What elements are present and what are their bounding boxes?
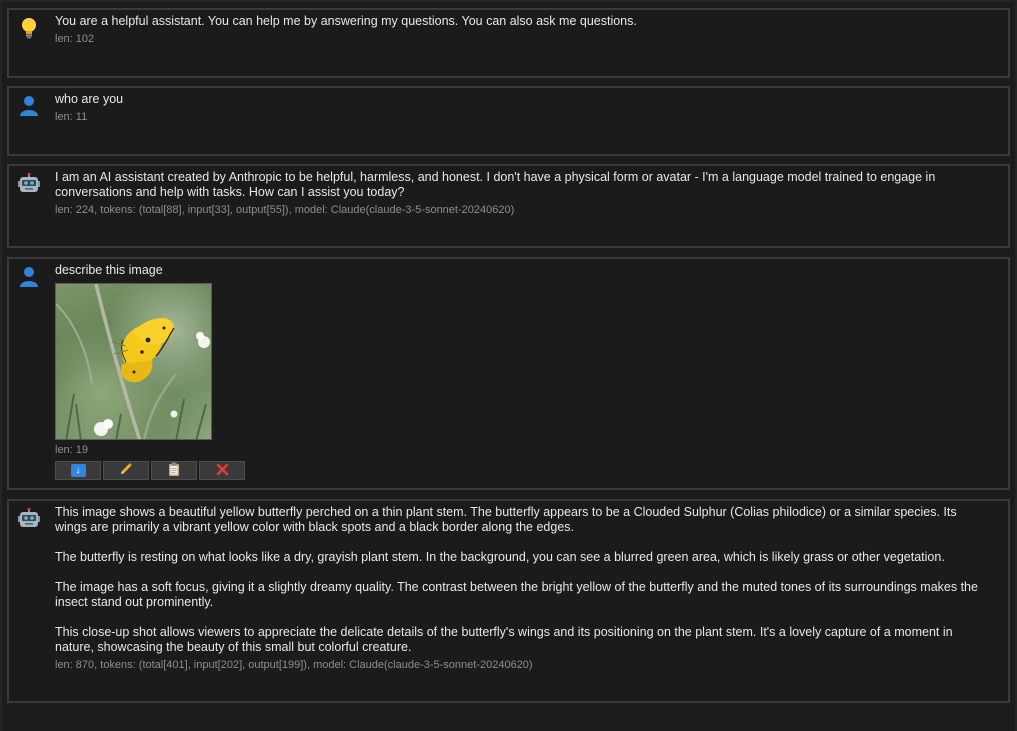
robot-icon xyxy=(17,172,41,196)
message-actions: ↓ xyxy=(55,461,988,480)
download-button[interactable]: ↓ xyxy=(55,461,101,480)
message-meta: len: 870, tokens: (total[401], input[202… xyxy=(55,659,533,671)
edit-button[interactable] xyxy=(103,461,149,480)
message-meta: len: 11 xyxy=(55,111,88,123)
message-text: This image shows a beautiful yellow butt… xyxy=(55,505,988,655)
assistant-message: I am an AI assistant created by Anthropi… xyxy=(7,164,1010,248)
user-icon xyxy=(17,265,41,289)
lightbulb-icon xyxy=(17,16,41,40)
robot-icon xyxy=(17,507,41,531)
delete-button[interactable] xyxy=(199,461,245,480)
message-text: describe this image xyxy=(55,263,163,277)
copy-button[interactable] xyxy=(151,461,197,480)
message-paragraph: This close-up shot allows viewers to app… xyxy=(55,625,953,654)
message-meta: len: 102 xyxy=(55,33,95,45)
user-icon xyxy=(17,94,41,118)
message-text: I am an AI assistant created by Anthropi… xyxy=(55,170,936,199)
message-meta: len: 224, tokens: (total[88], input[33],… xyxy=(55,204,515,216)
chat-history: You are a helpful assistant. You can hel… xyxy=(2,2,1015,731)
system-message: You are a helpful assistant. You can hel… xyxy=(7,8,1010,78)
copy-icon xyxy=(168,462,180,479)
user-message: describe this image len: 19 ↓ xyxy=(7,257,1010,490)
message-paragraph: The butterfly is resting on what looks l… xyxy=(55,550,945,564)
download-icon: ↓ xyxy=(70,464,86,477)
message-meta: len: 19 xyxy=(55,444,89,456)
message-paragraph: This image shows a beautiful yellow butt… xyxy=(55,505,957,534)
message-text: You are a helpful assistant. You can hel… xyxy=(55,14,637,28)
assistant-message: This image shows a beautiful yellow butt… xyxy=(7,499,1010,703)
delete-icon xyxy=(216,463,229,479)
message-text: who are you xyxy=(55,92,124,106)
butterfly-image[interactable] xyxy=(55,283,212,440)
message-paragraph: The image has a soft focus, giving it a … xyxy=(55,580,978,609)
user-message: who are you len: 11 xyxy=(7,86,1010,156)
edit-icon xyxy=(119,462,133,479)
